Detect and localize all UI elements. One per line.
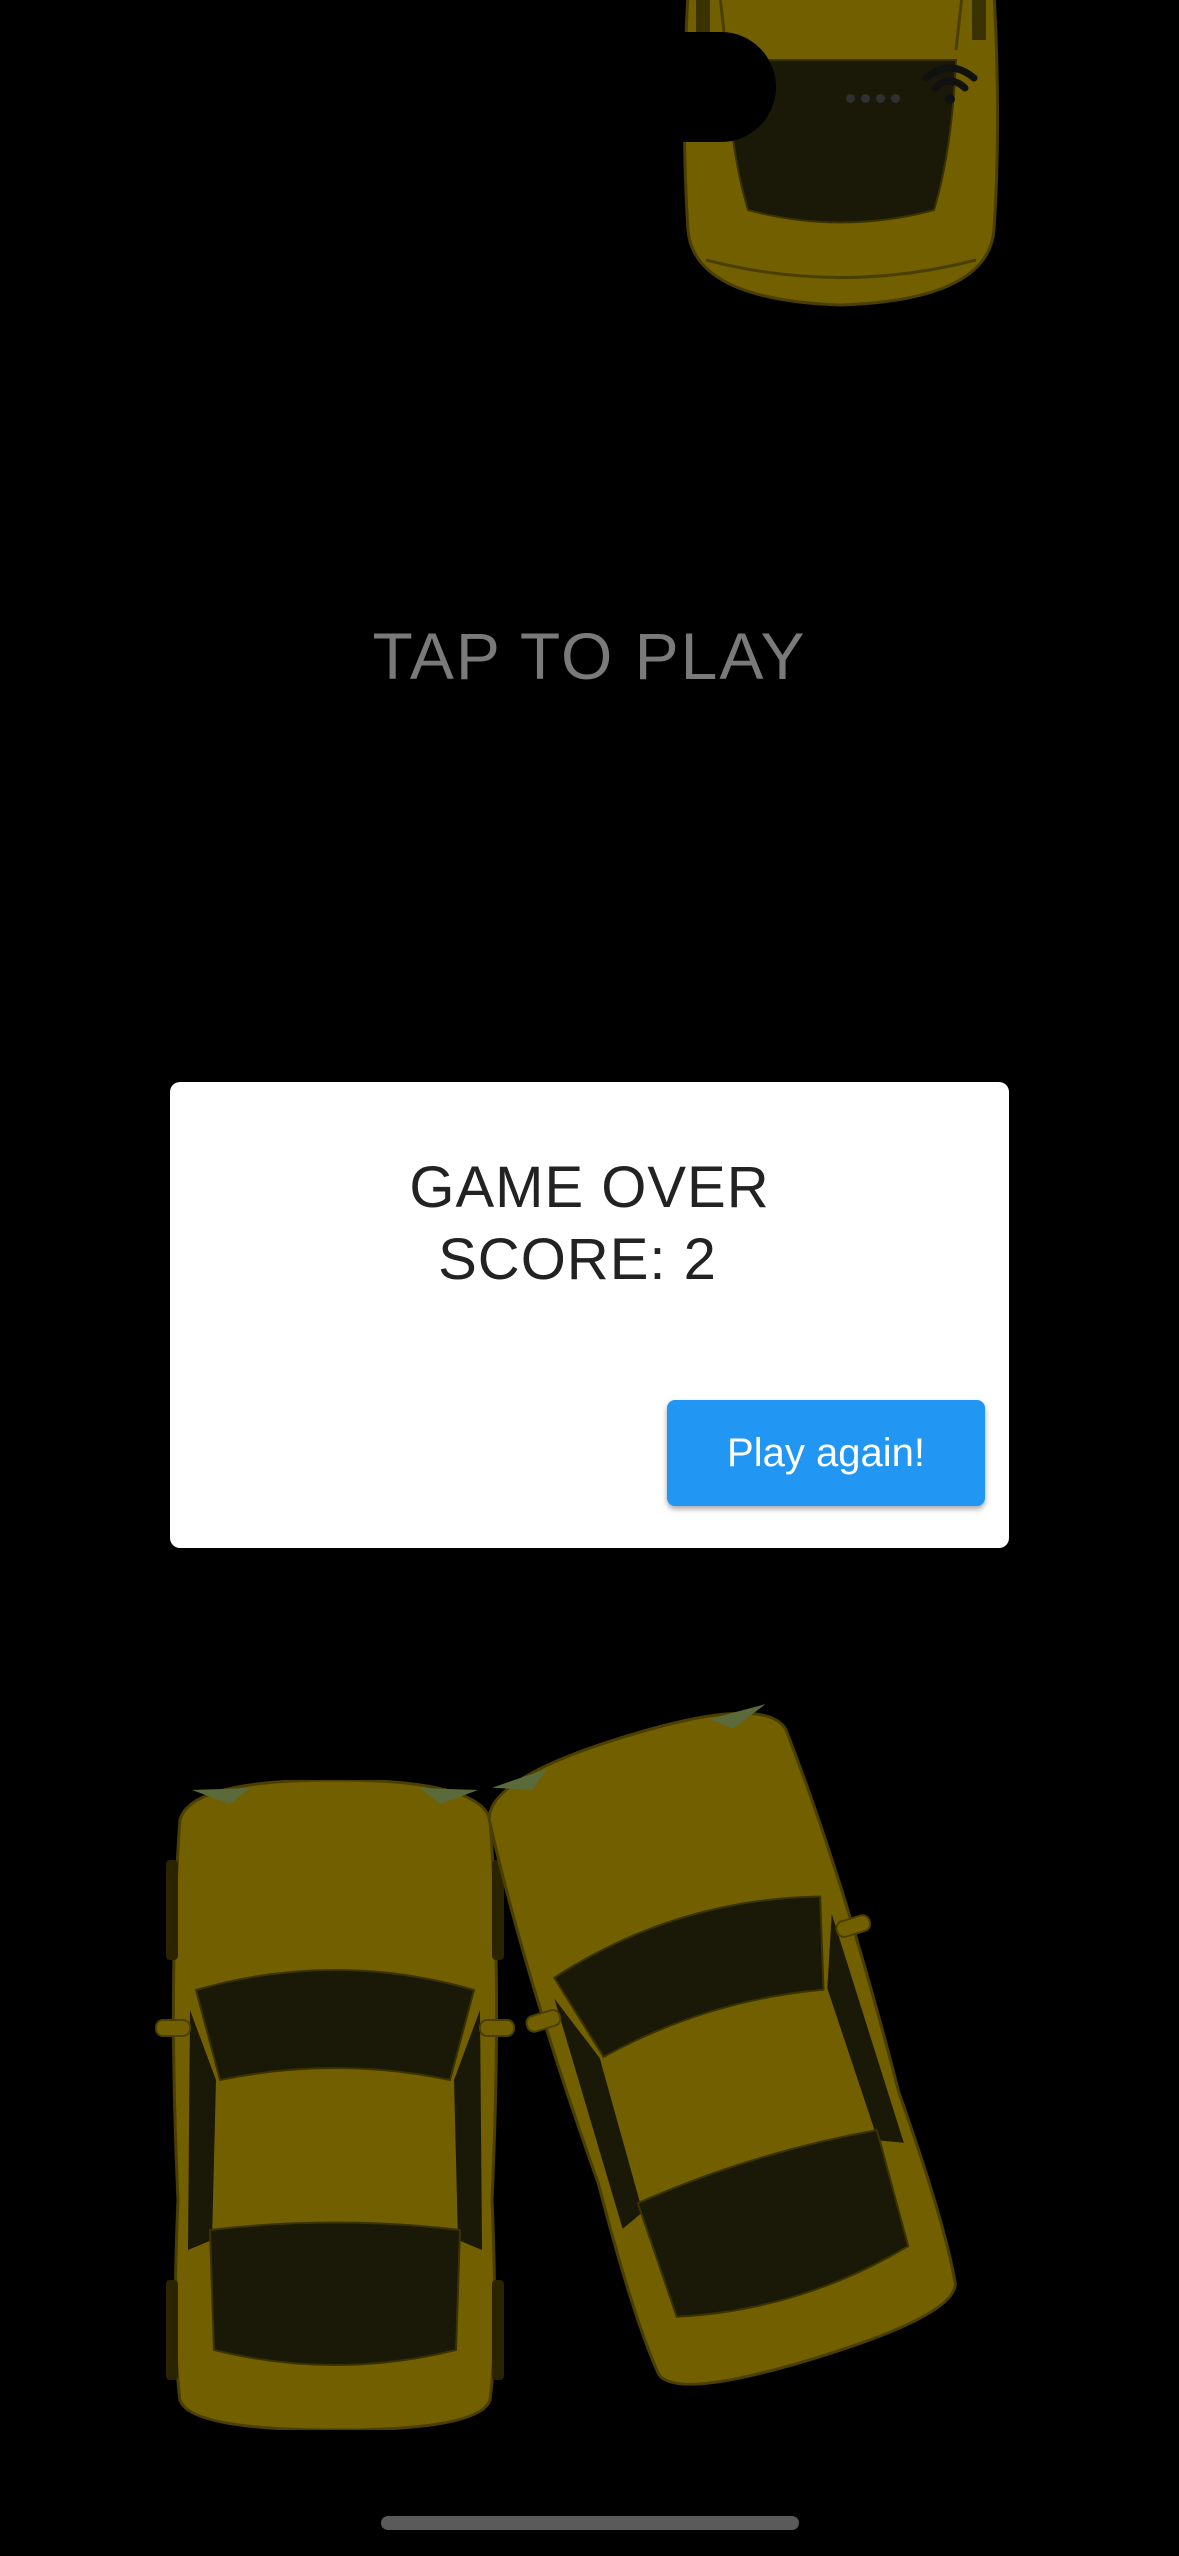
camera-island [620,32,776,142]
tap-to-play-prompt: TAP TO PLAY [372,619,807,693]
home-indicator[interactable] [381,2516,799,2530]
game-over-dialog: GAME OVER SCORE: 2 Play again! [170,1082,1009,1548]
game-scene[interactable]: TAP TO PLAY GAME OVER SCORE: 2 Play agai… [0,0,1179,2556]
yellow-car-bottom-left [150,1780,520,2430]
play-again-button[interactable]: Play again! [667,1400,985,1506]
yellow-car-bottom-right [470,1700,990,2420]
game-over-title: GAME OVER [409,1155,770,1220]
wifi-icon [922,64,978,104]
dialog-message: GAME OVER SCORE: 2 [170,1152,1009,1296]
score-text: SCORE: 2 [438,1227,717,1292]
signal-dots [846,94,900,103]
